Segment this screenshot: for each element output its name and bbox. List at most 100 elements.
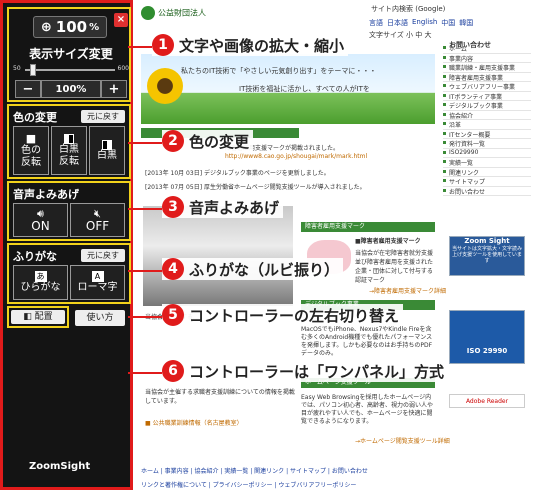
btn-label: 白黒 bbox=[97, 149, 117, 161]
hiragana-icon: あ bbox=[34, 271, 47, 282]
site-search-label[interactable]: サイト内検索 (Google) bbox=[371, 4, 445, 14]
hero-line1: 私たちのIT技術で「やさしい元気創り出す」をテーマに・・・ bbox=[181, 67, 377, 75]
callout-arrow bbox=[128, 316, 162, 318]
zoomsight-logo: ZoomSight bbox=[29, 461, 91, 472]
callout-text: コントローラーの左右切り替え bbox=[189, 306, 400, 325]
close-button[interactable]: × bbox=[114, 13, 128, 27]
callout-arrow bbox=[128, 46, 152, 48]
zoom-display-button[interactable]: ⊕ 100 % bbox=[33, 16, 107, 38]
placement-section: ◧ 配置 bbox=[7, 306, 69, 328]
lang-item[interactable]: 韓国 bbox=[459, 18, 473, 28]
placement-button[interactable]: ◧ 配置 bbox=[11, 310, 65, 324]
side-menu-item[interactable]: 関連リンク bbox=[443, 168, 531, 177]
swap-icon: ◧ bbox=[23, 312, 35, 322]
color-title: 色の変更 bbox=[13, 111, 57, 124]
furigana-reset-button[interactable]: 元に戻す bbox=[81, 249, 125, 262]
org-name: 公益財団法人 bbox=[158, 8, 206, 18]
org-logo-icon bbox=[141, 6, 155, 20]
side-menu-item[interactable]: 障害者雇用支援事業 bbox=[443, 73, 531, 82]
zoom-reset-button[interactable]: 100% bbox=[41, 80, 101, 98]
slider-handle[interactable] bbox=[30, 64, 37, 76]
news-line: [2013年 07月 05日] 厚生労働省ホームページ閲覧支援ツールが導入されま… bbox=[145, 184, 366, 191]
side-menu-item[interactable]: 発行資料一覧 bbox=[443, 139, 531, 149]
zoomsight-badge[interactable]: Zoom Sight 当サイトは文字拡大・文字読み上げ支援ツールを使用しています bbox=[449, 236, 525, 276]
side-menu-item[interactable]: 職業訓練・雇用支援事業 bbox=[443, 63, 531, 73]
callout-number: 6 bbox=[162, 360, 184, 382]
voice-on-label: ON bbox=[31, 219, 50, 233]
btn-label: 反転 bbox=[59, 155, 79, 167]
zoomsight-controller: ⊕ 100 % × 表示サイズ変更 50 600 − 100% + 色の変更 元… bbox=[0, 0, 133, 490]
side-menu-item[interactable]: ホーム bbox=[443, 44, 531, 54]
side-menu-item[interactable]: 協会紹介 bbox=[443, 111, 531, 120]
mono-icon bbox=[102, 139, 112, 150]
voice-off-button[interactable]: 🔇︎ OFF bbox=[70, 203, 125, 237]
callout-3: 3 音声よみあげ bbox=[162, 196, 284, 218]
side-menu-item[interactable]: デジタルブック事業 bbox=[443, 101, 531, 111]
badge-zoom-title: Zoom Sight bbox=[464, 237, 510, 245]
left-link[interactable]: ■ 公共職業訓練情報（名古屋教室） bbox=[145, 418, 243, 427]
classroom-photo bbox=[143, 206, 293, 306]
callout-arrow bbox=[128, 270, 162, 272]
color-section: 色の変更 元に戻す ■ 色の 反転 白黒 反転 白黒 bbox=[7, 104, 131, 179]
side-menu-item[interactable]: サイトマップ bbox=[443, 177, 531, 187]
voice-on-button[interactable]: 🔊︎ ON bbox=[13, 203, 68, 237]
btn-label: 白黒 bbox=[59, 143, 79, 155]
lang-item[interactable]: 中国 bbox=[441, 18, 455, 28]
side-menu-item[interactable]: ウェブバリアフリー事業 bbox=[443, 82, 531, 92]
callout-number: 5 bbox=[162, 304, 184, 326]
mark-link[interactable]: →障害者雇用支援マーク詳細 bbox=[369, 286, 446, 295]
hiragana-button[interactable]: あ ひらがな bbox=[13, 265, 68, 300]
mono-button[interactable]: 白黒 bbox=[89, 126, 125, 175]
zoom-out-button[interactable]: − bbox=[15, 80, 41, 98]
color-buttons: ■ 色の 反転 白黒 反転 白黒 bbox=[13, 126, 125, 175]
howto-button[interactable]: 使い方 bbox=[75, 310, 125, 326]
invert-mono-button[interactable]: 白黒 反転 bbox=[51, 126, 87, 175]
text-size-links[interactable]: 文字サイズ 小 中 大 bbox=[369, 30, 431, 40]
digital-book-text: MacOSでもiPhone、Nexus7やKindle Fireを含む多くのAn… bbox=[301, 326, 433, 357]
zoom-title: 表示サイズ変更 bbox=[29, 47, 113, 61]
footer-links-2[interactable]: リンクと著作権について | プライバシーポリシー | ウェブバリアフリーポリシー bbox=[141, 480, 356, 489]
side-menu-item[interactable]: ISO29990 bbox=[443, 149, 531, 158]
zoom-value: 100 bbox=[55, 18, 88, 36]
side-menu-item[interactable]: 事業内容 bbox=[443, 54, 531, 63]
furigana-title: ふりがな bbox=[13, 250, 57, 263]
mark-section-title: 障害者雇用支援マーク bbox=[301, 222, 435, 232]
furigana-buttons: あ ひらがな A ローマ字 bbox=[13, 265, 125, 300]
lang-item[interactable]: 日本語 bbox=[387, 18, 408, 28]
adobe-reader-badge[interactable]: Adobe Reader bbox=[449, 394, 525, 408]
side-menu-item[interactable]: 実績一覧 bbox=[443, 158, 531, 168]
color-reset-button[interactable]: 元に戻す bbox=[81, 110, 125, 123]
side-menu-item[interactable]: お問い合わせ bbox=[443, 187, 531, 196]
voice-section: 音声よみあげ 🔊︎ ON 🔇︎ OFF bbox=[7, 181, 131, 241]
side-menu-item[interactable]: 沿革 bbox=[443, 120, 531, 130]
mark-heading: ■障害者雇用支援マーク bbox=[355, 238, 421, 245]
placement-label: 配置 bbox=[34, 312, 53, 322]
hp-tool-link[interactable]: →ホームページ閲覧支援ツール詳細 bbox=[355, 436, 450, 445]
invert-color-button[interactable]: ■ 色の 反転 bbox=[13, 126, 49, 175]
zoom-in-button[interactable]: + bbox=[101, 80, 127, 98]
slider-min-label: 50 bbox=[13, 65, 21, 72]
language-links: 言語 日本語 English 中国 韓国 bbox=[369, 18, 473, 28]
lang-item[interactable]: English bbox=[412, 18, 437, 28]
news-link[interactable]: http://www8.cao.go.jp/shougai/mark/mark.… bbox=[225, 153, 367, 160]
zoom-slider[interactable]: 50 600 bbox=[13, 64, 129, 76]
voice-title: 音声よみあげ bbox=[13, 188, 79, 201]
side-menu-item[interactable]: ITボランティア事業 bbox=[443, 92, 531, 101]
slider-track[interactable] bbox=[25, 69, 115, 71]
side-menu-item[interactable]: ITセンター概要 bbox=[443, 130, 531, 139]
footer-links[interactable]: ホーム | 事業内容 | 協会紹介 | 実績一覧 | 関連リンク | サイトマッ… bbox=[141, 466, 368, 475]
callout-arrow bbox=[128, 208, 162, 210]
voice-off-label: OFF bbox=[85, 219, 110, 233]
callout-arrow bbox=[128, 142, 162, 144]
badge-iso-label: ISO 29990 bbox=[466, 347, 508, 355]
romaji-label: ローマ字 bbox=[77, 282, 118, 293]
magnifier-icon: ⊕ bbox=[40, 19, 52, 35]
callout-text: コントローラーは「ワンパネル」方式 bbox=[189, 362, 445, 381]
mark-text: 当協会が在宅障害者就労支援並び障害者雇用を支援された企業・団体に対して付与する認… bbox=[355, 250, 434, 284]
callout-text: 音声よみあげ bbox=[189, 198, 280, 217]
callout-6: 6 コントローラーは「ワンパネル」方式 bbox=[162, 360, 449, 382]
lang-item: 言語 bbox=[369, 19, 383, 27]
half-contrast-icon bbox=[64, 133, 74, 144]
callout-text: 色の変更 bbox=[189, 132, 250, 151]
romaji-button[interactable]: A ローマ字 bbox=[70, 265, 125, 300]
